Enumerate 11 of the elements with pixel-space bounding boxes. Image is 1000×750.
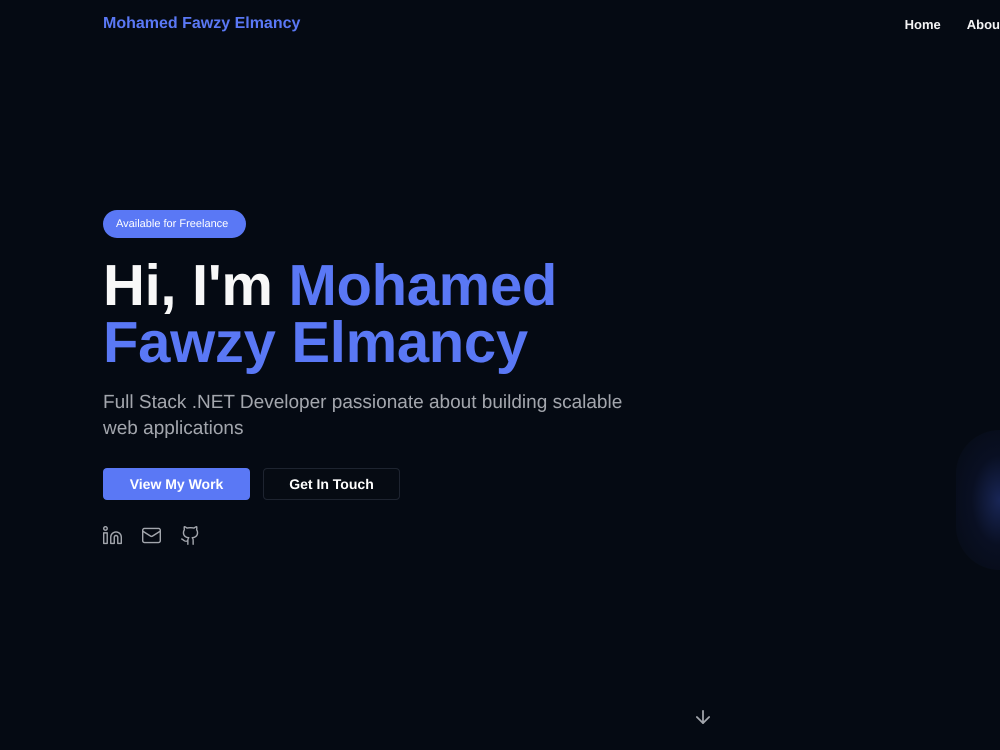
nav-link[interactable]: Abou — [966, 16, 1000, 32]
contact-button[interactable]: Get In Touch — [263, 468, 400, 500]
view-work-button[interactable]: View My Work — [103, 468, 250, 500]
arrow-down-icon[interactable] — [696, 710, 710, 724]
availability-badge: Available for Freelance — [103, 210, 246, 238]
nav-link[interactable]: Home — [904, 16, 941, 32]
github-icon[interactable] — [181, 526, 200, 545]
site-logo[interactable]: Mohamed Fawzy Elmancy — [103, 15, 300, 33]
linkedin-icon[interactable] — [103, 526, 122, 545]
mail-icon[interactable] — [142, 526, 161, 545]
hero-subtitle: Full Stack .NET Developer passionate about building scalable web applications — [103, 391, 624, 441]
